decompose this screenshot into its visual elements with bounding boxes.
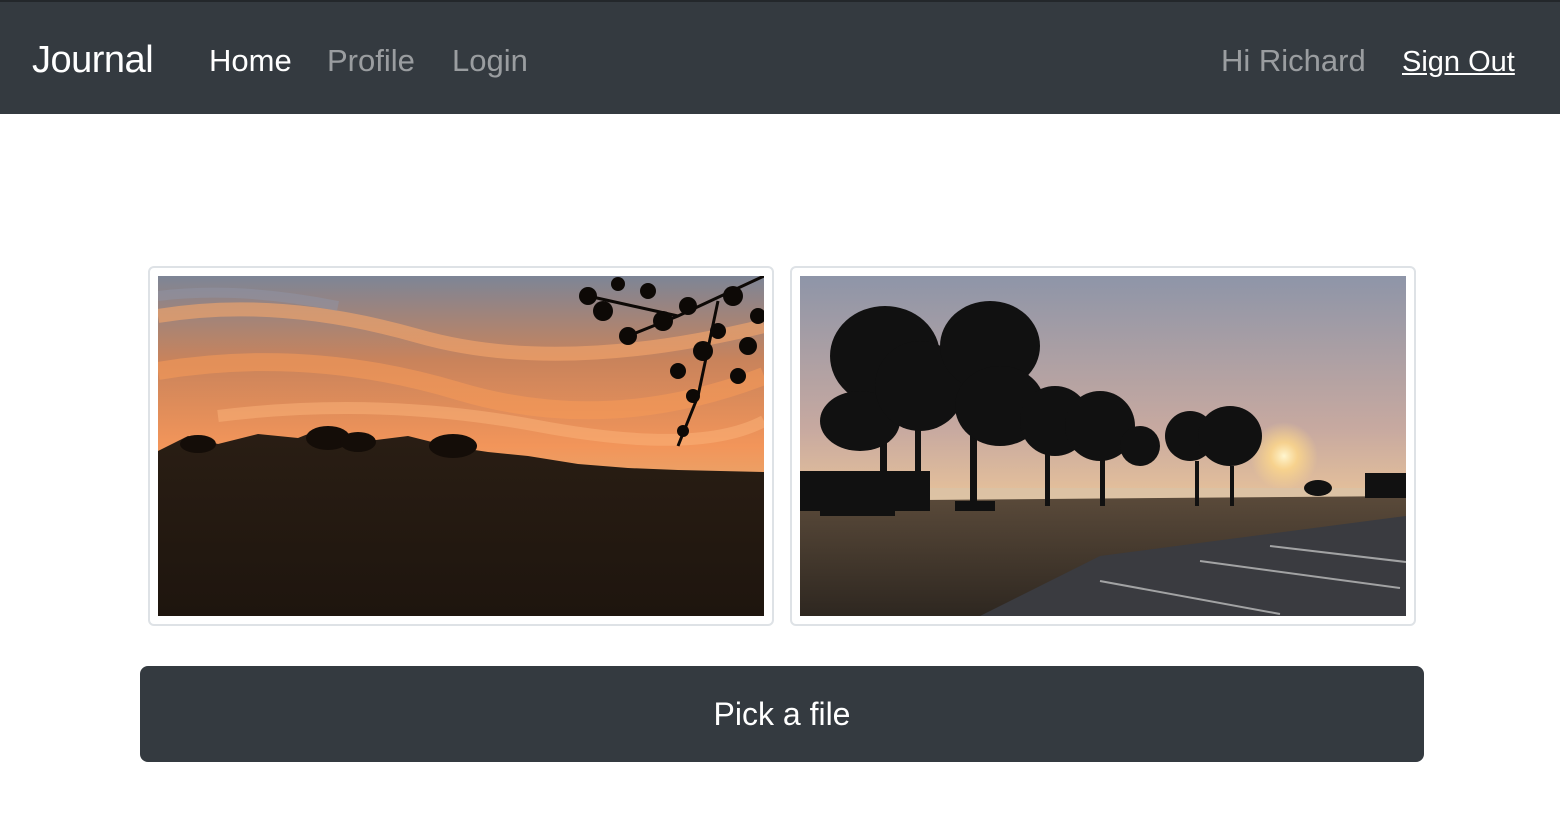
sign-out-link[interactable]: Sign Out [1402, 44, 1515, 80]
nav-home-link[interactable]: Home [209, 43, 292, 79]
navbar: Journal Home Profile Login Hi Richard Si… [0, 0, 1560, 114]
user-greeting: Hi Richard [1221, 43, 1366, 78]
pick-file-button[interactable]: Pick a file [140, 666, 1424, 762]
nav-login-link[interactable]: Login [452, 43, 528, 79]
sunset-hillside-photo [158, 276, 764, 616]
image-card-1[interactable] [148, 266, 774, 626]
nav-profile-link[interactable]: Profile [327, 43, 415, 79]
brand-link[interactable]: Journal [32, 38, 154, 82]
foggy-park-sunrise-photo [800, 276, 1406, 616]
image-card-2[interactable] [790, 266, 1416, 626]
